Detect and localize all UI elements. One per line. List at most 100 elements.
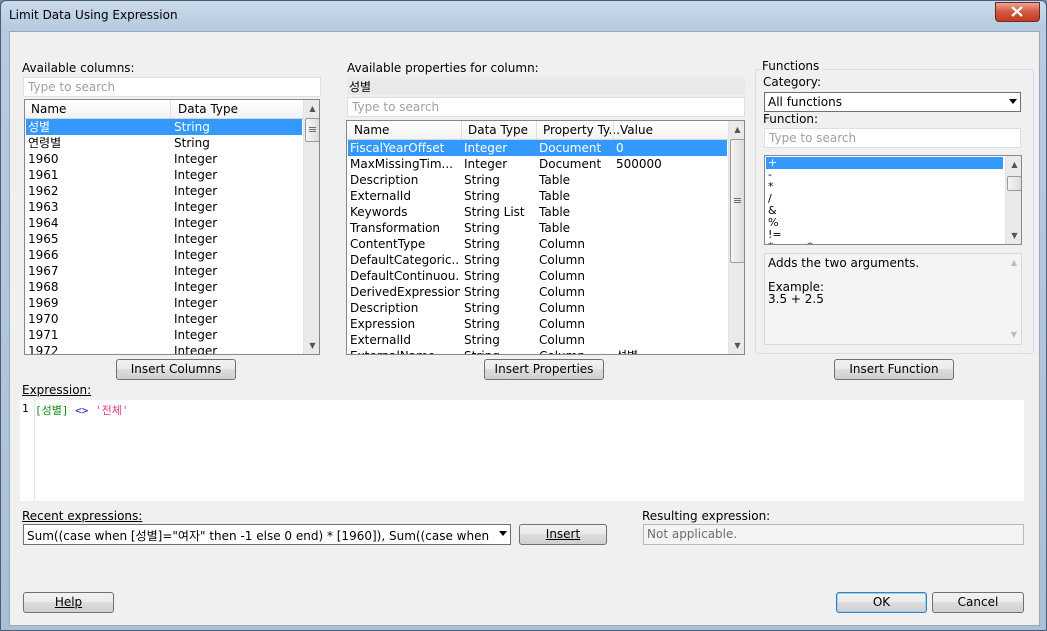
close-button[interactable] (995, 2, 1040, 22)
cell-value: 0 (616, 141, 624, 155)
scroll-down-icon[interactable]: ▼ (729, 337, 744, 354)
column-header-datatype[interactable]: Data Type (178, 102, 238, 116)
insert-properties-button[interactable]: Insert Properties (484, 359, 604, 380)
cell-data-type: Integer (174, 216, 218, 230)
insert-columns-button[interactable]: Insert Columns (116, 359, 236, 380)
table-row[interactable]: ExternalName StringColumn성별 (348, 348, 727, 354)
list-item[interactable]: *aaaaa* (766, 241, 1003, 244)
function-list[interactable]: +-*/&%!=*aaaaa* ▲ ▼ (764, 155, 1022, 245)
table-row[interactable]: 1967 Integer (26, 263, 302, 279)
cell-property-type: Column (539, 348, 613, 354)
cell-name: 1971 (28, 328, 59, 342)
cell-data-type: Integer (174, 200, 218, 214)
scroll-thumb[interactable] (1007, 176, 1021, 191)
list-item[interactable]: - (766, 169, 1003, 181)
table-row[interactable]: ContentType String Column (348, 236, 727, 252)
cell-name: 1968 (28, 280, 59, 294)
table-row[interactable]: Keywords String List Table (348, 204, 727, 220)
cell-name: ExternalName (350, 348, 460, 354)
table-row[interactable]: FiscalYearOffset Integer Document 0 (348, 140, 727, 156)
table-row[interactable]: 1960 Integer (26, 151, 302, 167)
property-header-propertytype[interactable]: Property Ty... (543, 123, 620, 137)
columns-search-input[interactable]: Type to search (23, 77, 321, 97)
table-row[interactable]: 1965 Integer (26, 231, 302, 247)
list-item[interactable]: != (766, 229, 1003, 241)
cancel-button[interactable]: Cancel (932, 592, 1024, 613)
resulting-expression-label: Resulting expression: (642, 509, 771, 523)
scroll-down-icon[interactable]: ▼ (304, 337, 319, 354)
table-row[interactable]: ExternalId String Table (348, 188, 727, 204)
table-row[interactable]: 1964 Integer (26, 215, 302, 231)
property-header-name[interactable]: Name (354, 123, 389, 137)
help-button[interactable]: Help (23, 592, 114, 613)
expression-line-number: 1 (22, 402, 29, 415)
property-column-name-box: 성별 (347, 77, 745, 95)
scroll-down-icon[interactable]: ▼ (1007, 326, 1021, 343)
table-row[interactable]: Description String Column (348, 300, 727, 316)
table-row[interactable]: 1963 Integer (26, 199, 302, 215)
scroll-up-icon[interactable]: ▲ (304, 100, 319, 117)
properties-scrollbar[interactable]: ▲ ▼ (728, 121, 744, 354)
table-row[interactable]: 1971 Integer (26, 327, 302, 343)
recent-expressions-select[interactable]: Sum((case when [성별]="여자" then -1 else 0 … (23, 524, 511, 545)
scroll-down-icon[interactable]: ▼ (1006, 227, 1021, 244)
list-item[interactable]: / (766, 193, 1003, 205)
list-item[interactable]: + (766, 157, 1003, 169)
cell-data-type: String (464, 253, 500, 267)
cell-data-type: Integer (174, 152, 218, 166)
list-item[interactable]: & (766, 205, 1003, 217)
cell-property-type: Column (539, 317, 585, 331)
category-select[interactable]: All functions (764, 92, 1021, 112)
column-header-name[interactable]: Name (31, 102, 66, 116)
table-row[interactable]: ExternalId String Column (348, 332, 727, 348)
list-item[interactable]: % (766, 217, 1003, 229)
category-label: Category: (763, 75, 821, 89)
ok-button[interactable]: OK (836, 592, 927, 613)
cell-name: Description (350, 173, 419, 187)
cell-data-type: String (464, 285, 500, 299)
function-search-input[interactable]: Type to search (764, 128, 1021, 148)
cell-property-type: Document (539, 141, 602, 155)
description-scrollbar[interactable]: ▲ ▼ (1007, 254, 1021, 344)
scroll-up-icon[interactable]: ▲ (1006, 156, 1021, 173)
scroll-thumb[interactable] (305, 118, 319, 142)
table-row[interactable]: 연령별 String (26, 135, 302, 151)
properties-list[interactable]: Name Data Type Property Ty... Value Fisc… (346, 120, 745, 355)
function-scrollbar[interactable]: ▲ ▼ (1005, 156, 1021, 244)
columns-list[interactable]: Name Data Type 성별 String 연령별 String 1960 Inte… (24, 99, 320, 355)
insert-function-button[interactable]: Insert Function (834, 359, 954, 380)
table-row[interactable]: 1961 Integer (26, 167, 302, 183)
function-label: Function: (763, 112, 819, 126)
title-bar[interactable]: Limit Data Using Expression (1, 1, 1046, 31)
scroll-up-icon[interactable]: ▲ (729, 121, 744, 138)
insert-recent-button[interactable]: Insert (519, 524, 607, 545)
cell-data-type: Integer (174, 168, 218, 182)
cell-name: DefaultCategoric... (350, 253, 460, 267)
table-row[interactable]: 1972 Integer (26, 343, 302, 354)
table-row[interactable]: Expression String Column (348, 316, 727, 332)
scroll-thumb[interactable] (730, 139, 744, 263)
cell-property-type: Column (539, 333, 585, 347)
table-row[interactable]: 1968 Integer (26, 279, 302, 295)
properties-search-input[interactable]: Type to search (347, 97, 745, 117)
cell-name: 1967 (28, 264, 59, 278)
cell-data-type: Integer (174, 280, 218, 294)
table-row[interactable]: DefaultCategoric... String Column (348, 252, 727, 268)
expression-editor[interactable]: 1 [성별] <> '전체' (20, 400, 1024, 501)
cell-value: 500000 (616, 157, 662, 171)
table-row[interactable]: 성별 String (26, 119, 302, 135)
table-row[interactable]: 1969 Integer (26, 295, 302, 311)
table-row[interactable]: DerivedExpression String Column (348, 284, 727, 300)
scroll-up-icon[interactable]: ▲ (1007, 254, 1021, 271)
table-row[interactable]: 1970 Integer (26, 311, 302, 327)
table-row[interactable]: DefaultContinuou... String Column (348, 268, 727, 284)
columns-scrollbar[interactable]: ▲ ▼ (303, 100, 319, 354)
table-row[interactable]: Transformation String Table (348, 220, 727, 236)
list-item[interactable]: * (766, 181, 1003, 193)
table-row[interactable]: 1966 Integer (26, 247, 302, 263)
table-row[interactable]: Description String Table (348, 172, 727, 188)
property-header-datatype[interactable]: Data Type (468, 123, 528, 137)
table-row[interactable]: 1962 Integer (26, 183, 302, 199)
table-row[interactable]: MaxMissingTim... Integer Document 500000 (348, 156, 727, 172)
property-header-value[interactable]: Value (620, 123, 653, 137)
